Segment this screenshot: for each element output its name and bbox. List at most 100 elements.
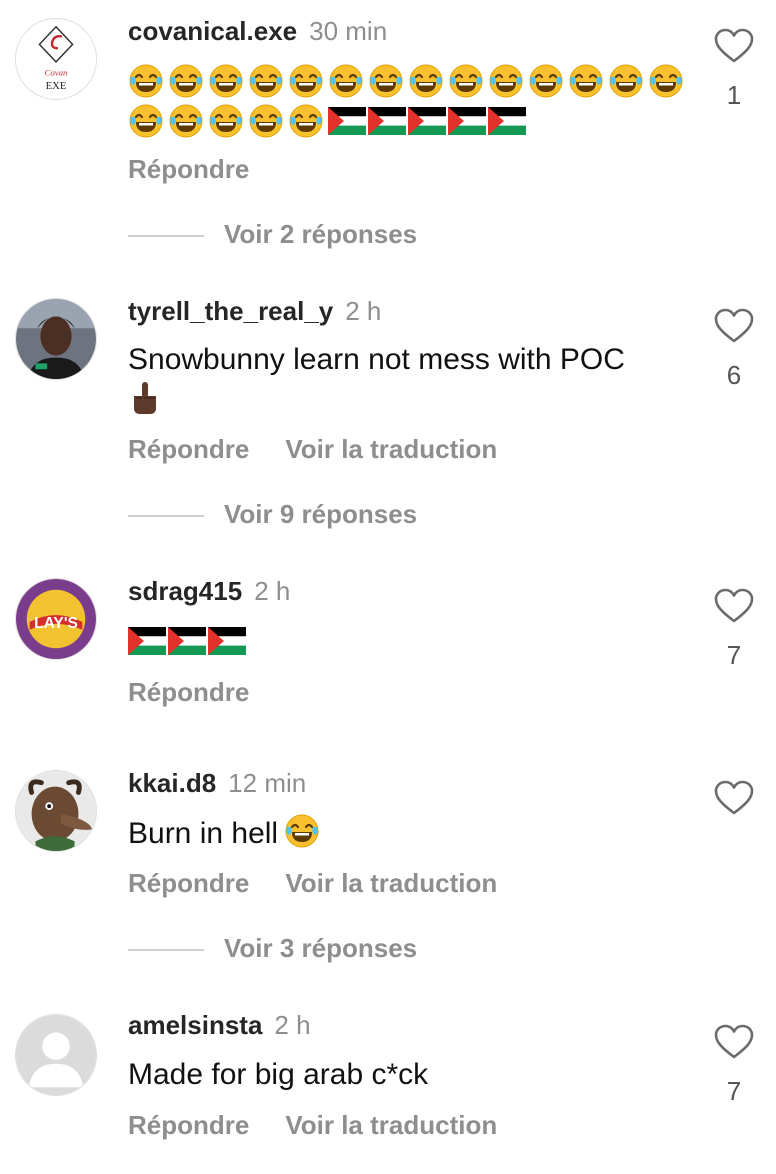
palestine-flag-icon <box>368 107 406 135</box>
like-count: 6 <box>726 360 742 390</box>
comment-actions: Répondre <box>128 677 249 708</box>
comment-text: Burn in hell <box>128 817 279 850</box>
heart-icon[interactable] <box>714 780 754 816</box>
palestine-flag-icon <box>168 627 206 655</box>
username[interactable]: tyrell_the_real_y <box>128 296 333 326</box>
username[interactable]: amelsinsta <box>128 1010 262 1040</box>
laugh-emoji-icon <box>568 63 604 99</box>
default-user-avatar <box>16 1015 96 1095</box>
view-replies-label: Voir 9 réponses <box>224 499 418 529</box>
laugh-emoji-icon <box>248 103 284 139</box>
reply-button[interactable]: Répondre <box>128 1110 249 1140</box>
laugh-emoji-icon <box>208 63 244 99</box>
avatar[interactable] <box>15 298 97 380</box>
covan-logo-avatar: Covan EXE <box>16 19 96 99</box>
like-count: 1 <box>726 80 742 110</box>
like-control: 1 <box>712 28 756 111</box>
comment-actions: Répondre <box>128 154 249 185</box>
username[interactable]: sdrag415 <box>128 576 242 606</box>
laugh-emoji-icon <box>284 813 320 849</box>
timestamp: 12 min <box>228 768 307 798</box>
reply-button[interactable]: Répondre <box>128 868 249 898</box>
replies-divider <box>128 515 204 518</box>
avatar[interactable] <box>15 770 97 852</box>
like-count: 7 <box>726 1076 742 1106</box>
comment-emoji-line <box>128 623 248 659</box>
palestine-flag-icon <box>408 107 446 135</box>
heart-icon[interactable] <box>714 308 754 344</box>
comment-text: Made for big arab c*ck <box>128 1058 429 1091</box>
middle-finger-emoji-icon <box>134 382 156 414</box>
laugh-emoji-icon <box>288 63 324 99</box>
avatar[interactable]: Covan EXE <box>15 18 97 100</box>
avatar-logo-text-bottom: EXE <box>46 80 67 92</box>
view-replies-label: Voir 2 réponses <box>224 219 418 249</box>
avatar[interactable]: LAY'S <box>15 578 97 660</box>
reply-button[interactable]: Répondre <box>128 434 249 464</box>
profile-photo-avatar <box>16 299 96 379</box>
view-replies-label: Voir 3 réponses <box>224 933 418 963</box>
laugh-emoji-icon <box>168 103 204 139</box>
laugh-emoji-icon <box>128 63 164 99</box>
laugh-emoji-icon <box>328 63 364 99</box>
reply-button[interactable]: Répondre <box>128 154 249 184</box>
like-control <box>712 780 756 816</box>
timestamp: 2 h <box>254 576 291 606</box>
laugh-emoji-icon <box>408 63 444 99</box>
palestine-flag-icon <box>328 107 366 135</box>
timestamp: 2 h <box>345 296 382 326</box>
comment-header: amelsinsta 2 h <box>128 1010 311 1041</box>
laugh-emoji-icon <box>448 63 484 99</box>
timestamp: 2 h <box>274 1010 311 1040</box>
comment-actions: Répondre Voir la traduction <box>128 868 497 899</box>
timestamp: 30 min <box>309 16 388 46</box>
view-replies-button[interactable]: Voir 3 réponses <box>128 933 417 964</box>
like-control: 7 <box>712 1024 756 1107</box>
comment-emoji-line-1 <box>128 63 688 99</box>
laugh-emoji-icon <box>528 63 564 99</box>
comment-text-line: Burn in hell <box>128 813 320 853</box>
view-replies-button[interactable]: Voir 2 réponses <box>128 219 417 250</box>
palestine-flag-icon <box>208 627 246 655</box>
laugh-emoji-icon <box>168 63 204 99</box>
like-count: 7 <box>726 640 742 670</box>
replies-divider <box>128 235 204 238</box>
laugh-emoji-icon <box>368 63 404 99</box>
cartoon-creature-avatar <box>16 771 96 851</box>
palestine-flag-icon <box>448 107 486 135</box>
laugh-emoji-icon <box>608 63 644 99</box>
translate-button[interactable]: Voir la traduction <box>285 1110 497 1140</box>
comment-header: covanical.exe 30 min <box>128 16 387 47</box>
heart-icon[interactable] <box>714 28 754 64</box>
comment-actions: Répondre Voir la traduction <box>128 434 497 465</box>
avatar-logo-text: LAY'S <box>34 615 78 632</box>
laugh-emoji-icon <box>208 103 244 139</box>
laugh-emoji-icon <box>128 103 164 139</box>
avatar-logo-text-top: Covan <box>45 68 69 78</box>
comment-actions: Répondre Voir la traduction <box>128 1110 497 1141</box>
laugh-emoji-icon <box>648 63 684 99</box>
heart-icon[interactable] <box>714 1024 754 1060</box>
replies-divider <box>128 949 204 952</box>
like-control: 7 <box>712 588 756 671</box>
view-replies-button[interactable]: Voir 9 réponses <box>128 499 417 530</box>
laugh-emoji-icon <box>288 103 324 139</box>
palestine-flag-icon <box>488 107 526 135</box>
comment-emoji-line-2 <box>128 103 528 139</box>
username[interactable]: covanical.exe <box>128 16 297 46</box>
comment-header: sdrag415 2 h <box>128 576 290 607</box>
laugh-emoji-icon <box>488 63 524 99</box>
translate-button[interactable]: Voir la traduction <box>285 434 497 464</box>
avatar[interactable] <box>15 1014 97 1096</box>
comment-header: tyrell_the_real_y 2 h <box>128 296 381 327</box>
comment-text: Snowbunny learn not mess with POC <box>128 343 625 376</box>
lays-logo-avatar: LAY'S <box>16 579 96 659</box>
reply-button[interactable]: Répondre <box>128 677 249 707</box>
translate-button[interactable]: Voir la traduction <box>285 868 497 898</box>
laugh-emoji-icon <box>248 63 284 99</box>
heart-icon[interactable] <box>714 588 754 624</box>
palestine-flag-icon <box>128 627 166 655</box>
username[interactable]: kkai.d8 <box>128 768 216 798</box>
like-control: 6 <box>712 308 756 391</box>
comment-header: kkai.d8 12 min <box>128 768 306 799</box>
